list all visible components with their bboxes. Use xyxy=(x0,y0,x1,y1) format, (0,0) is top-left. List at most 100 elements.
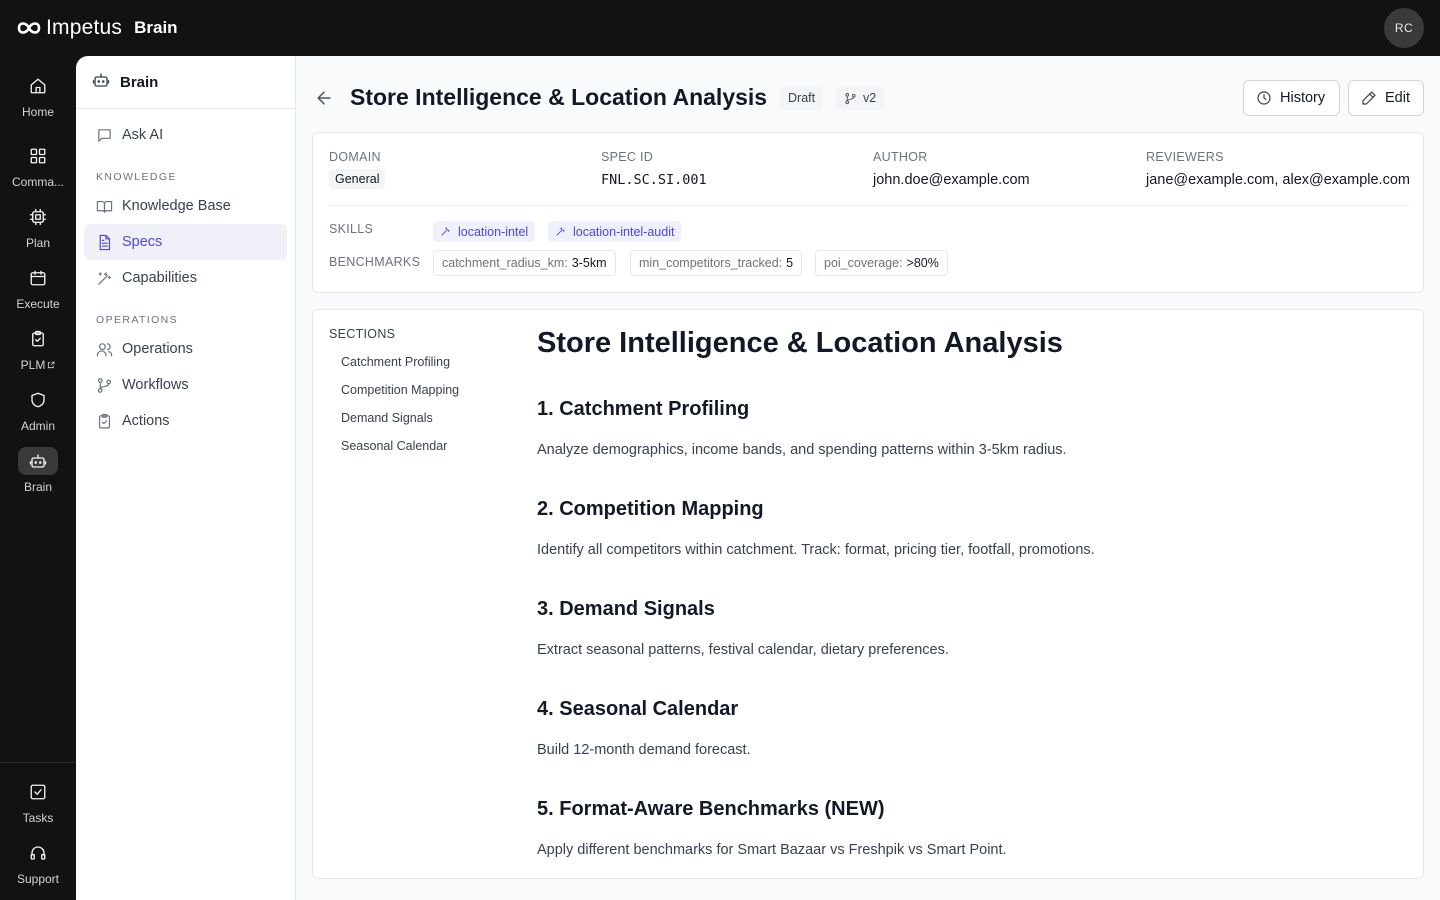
history-button[interactable]: History xyxy=(1243,80,1340,116)
section-heading: 3. Demand Signals xyxy=(537,598,715,620)
clock-icon xyxy=(1257,91,1271,105)
benchmark-value: >80% xyxy=(906,256,939,270)
section-body: Build 12-month demand forecast. xyxy=(537,742,751,758)
section-heading: 5. Format-Aware Benchmarks (NEW) xyxy=(537,798,885,820)
book-open-icon xyxy=(96,198,113,215)
author-value: john.doe@example.com xyxy=(873,172,1030,188)
benchmark-value: 3-5km xyxy=(571,256,607,270)
toc-item[interactable]: Seasonal Calendar xyxy=(341,439,447,453)
reviewers-label: REVIEWERS xyxy=(1146,150,1224,164)
clipboard-icon xyxy=(18,325,58,353)
sidebar-section-operations: OPERATIONS xyxy=(96,314,179,326)
rail-label: Tasks xyxy=(22,811,54,825)
home-icon xyxy=(18,72,58,100)
cpu-icon xyxy=(18,203,58,231)
git-branch-icon xyxy=(845,92,856,104)
domain-badge: General xyxy=(329,169,386,189)
skill-chip[interactable]: location-intel-audit xyxy=(548,221,682,242)
skill-chip[interactable]: location-intel xyxy=(433,221,536,242)
rail-item-command[interactable]: Comma... xyxy=(0,142,76,189)
document-title: Store Intelligence & Location Analysis xyxy=(537,327,1063,359)
rail-divider xyxy=(0,762,76,763)
section-body: Extract seasonal patterns, festival cale… xyxy=(537,642,949,658)
skill-chip-label: location-intel-audit xyxy=(573,224,675,239)
headphones-icon xyxy=(18,839,58,867)
skill-chip-label: location-intel xyxy=(458,224,529,239)
sections-label: SECTIONS xyxy=(329,327,396,341)
sidebar-item-label: Workflows xyxy=(122,377,189,393)
edit-button[interactable]: Edit xyxy=(1348,80,1424,116)
benchmark-key: catchment_radius_km: xyxy=(442,256,568,270)
benchmark-chip: catchment_radius_km: 3-5km xyxy=(433,250,616,276)
author-field: AUTHOR john.doe@example.com xyxy=(873,150,1030,188)
bot-icon xyxy=(18,447,58,475)
rail-label: Home xyxy=(21,105,54,119)
sidebar-item-actions[interactable]: Actions xyxy=(84,403,287,439)
clipboard-check-icon xyxy=(96,413,113,430)
section-body: Apply different benchmarks for Smart Baz… xyxy=(537,842,1007,858)
rail-item-admin[interactable]: Admin xyxy=(0,386,76,433)
main-content: Store Intelligence & Location Analysis D… xyxy=(296,56,1440,900)
toc-item[interactable]: Demand Signals xyxy=(341,411,433,425)
bot-icon xyxy=(92,71,110,94)
chat-icon xyxy=(96,127,113,144)
toc-item[interactable]: Catchment Profiling xyxy=(341,355,450,369)
top-bar: Impetus Brain RC xyxy=(0,0,1440,56)
left-rail: Home Comma... Plan Execute PLM Admin Bra… xyxy=(0,56,76,900)
author-label: AUTHOR xyxy=(873,150,928,164)
section-heading: 4. Seasonal Calendar xyxy=(537,698,739,720)
edit-button-label: Edit xyxy=(1385,90,1410,106)
rail-item-plan[interactable]: Plan xyxy=(0,203,76,250)
section-heading: 1. Catchment Profiling xyxy=(537,398,750,420)
reviewers-field: REVIEWERS jane@example.com, alex@example… xyxy=(1146,150,1410,188)
version-label: v2 xyxy=(863,91,877,105)
sidebar-item-label: Actions xyxy=(122,413,170,429)
history-button-label: History xyxy=(1280,90,1326,106)
rail-item-plm[interactable]: PLM xyxy=(0,325,76,372)
sidebar-section-knowledge: KNOWLEDGE xyxy=(96,171,177,183)
spec-document-card: SECTIONS Catchment Profiling Competition… xyxy=(312,309,1424,879)
section-body: Analyze demographics, income bands, and … xyxy=(537,442,1067,458)
sidebar-item-ask-ai[interactable]: Ask AI xyxy=(84,117,287,153)
sidebar-item-specs[interactable]: Specs xyxy=(84,224,287,260)
spec-id-label: SPEC ID xyxy=(601,150,654,164)
rail-item-home[interactable]: Home xyxy=(0,72,76,119)
rail-item-brain[interactable]: Brain xyxy=(0,447,76,494)
spec-id-value: FNL.SC.SI.001 xyxy=(601,172,707,188)
rail-label: Brain xyxy=(23,480,52,494)
sidebar-title: Brain xyxy=(120,73,159,91)
product-name: Brain xyxy=(134,18,178,37)
sidebar-item-label: Specs xyxy=(122,234,163,250)
divider xyxy=(329,205,1409,206)
sidebar-item-capabilities[interactable]: Capabilities xyxy=(84,260,287,296)
arrow-left-icon xyxy=(317,91,331,105)
domain-label: DOMAIN xyxy=(329,150,381,164)
wand-icon xyxy=(441,227,450,236)
benchmark-chip: poi_coverage: >80% xyxy=(815,250,948,276)
shield-icon xyxy=(18,386,58,414)
sidebar-header: Brain xyxy=(76,56,295,109)
rail-label: Execute xyxy=(16,297,60,311)
rail-item-support[interactable]: Support xyxy=(0,839,76,886)
user-avatar[interactable]: RC xyxy=(1384,8,1424,48)
rail-label: Comma... xyxy=(11,175,64,189)
back-button[interactable] xyxy=(314,88,334,108)
file-text-icon xyxy=(96,234,113,251)
check-square-icon xyxy=(18,778,58,806)
git-branch-icon xyxy=(96,377,113,394)
sidebar-item-operations[interactable]: Operations xyxy=(84,331,287,367)
rail-item-execute[interactable]: Execute xyxy=(0,264,76,311)
rail-item-tasks[interactable]: Tasks xyxy=(0,778,76,825)
sidebar-item-knowledge-base[interactable]: Knowledge Base xyxy=(84,188,287,224)
skills-label: SKILLS xyxy=(329,222,374,236)
sidebar-item-workflows[interactable]: Workflows xyxy=(84,367,287,403)
rail-label: Admin xyxy=(20,419,55,433)
external-link-icon xyxy=(48,361,55,369)
reviewers-value: jane@example.com, alex@example.com xyxy=(1146,172,1410,188)
benchmarks-label: BENCHMARKS xyxy=(329,255,421,269)
status-badge: Draft xyxy=(780,86,824,110)
section-heading: 2. Competition Mapping xyxy=(537,498,764,520)
toc-item[interactable]: Competition Mapping xyxy=(341,383,459,397)
brand-logo[interactable]: Impetus xyxy=(16,16,122,40)
calendar-icon xyxy=(18,264,58,292)
